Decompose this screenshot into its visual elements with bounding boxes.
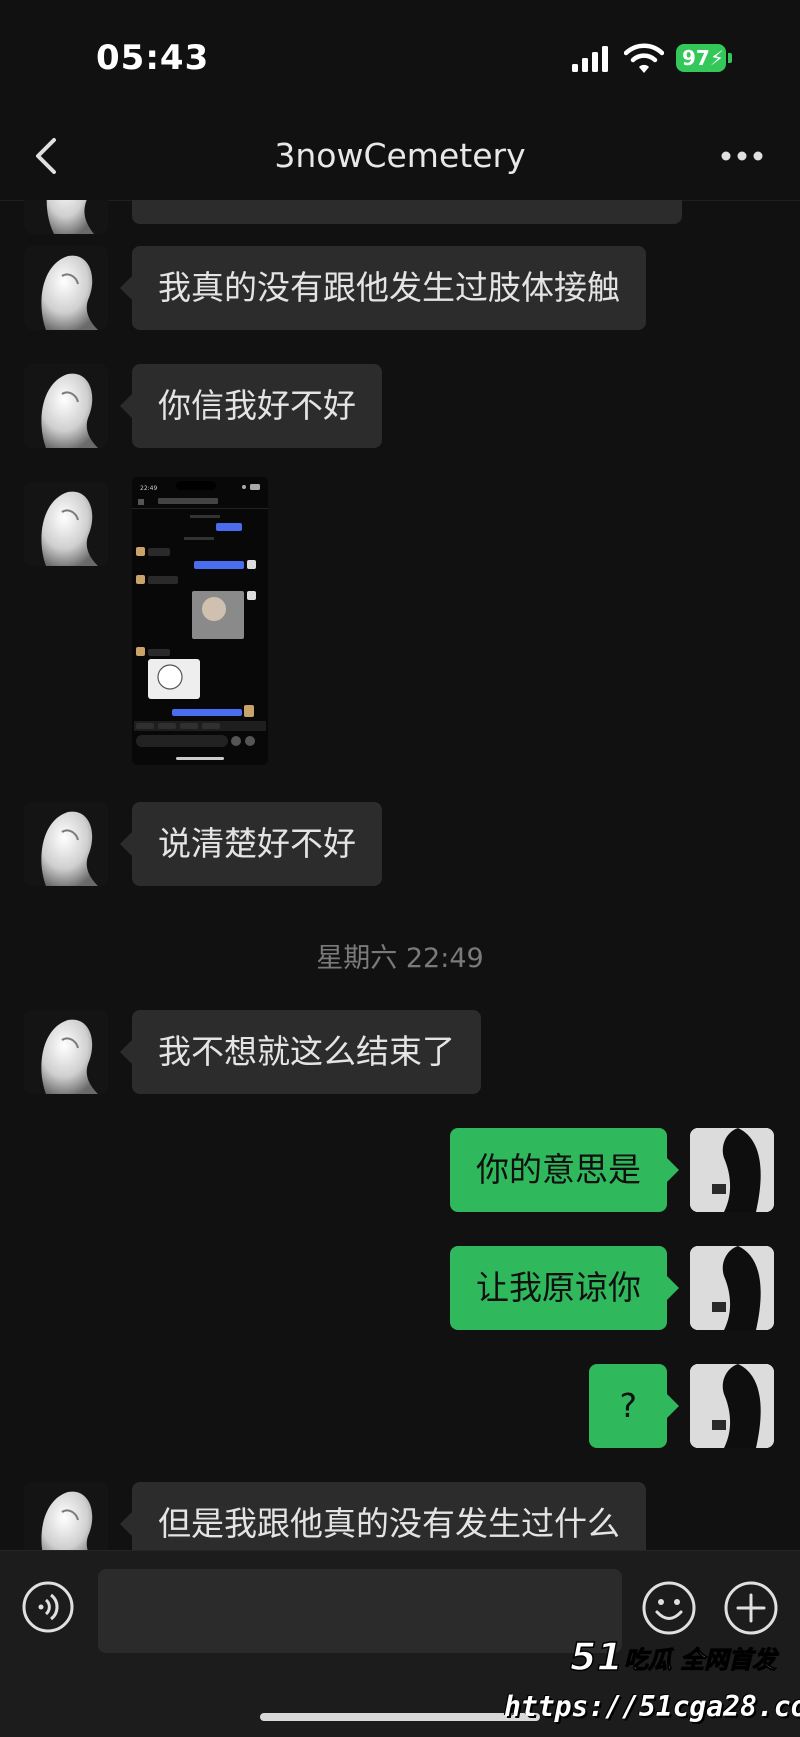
contact-avatar[interactable] bbox=[24, 1010, 108, 1094]
contact-avatar[interactable] bbox=[24, 482, 108, 566]
received-message-bubble[interactable]: 说清楚好不好 bbox=[120, 802, 382, 886]
emoji-icon[interactable] bbox=[642, 1581, 696, 1635]
contact-avatar[interactable] bbox=[24, 200, 108, 234]
chat-title: 3nowCemetery bbox=[274, 136, 526, 175]
battery-indicator: 97⚡ bbox=[676, 44, 726, 72]
message-input[interactable] bbox=[98, 1569, 622, 1653]
message-bubble-partial[interactable] bbox=[132, 200, 682, 224]
wifi-icon bbox=[624, 43, 664, 73]
add-attachment-icon[interactable] bbox=[724, 1581, 778, 1635]
contact-avatar[interactable] bbox=[24, 802, 108, 886]
my-avatar[interactable] bbox=[690, 1128, 774, 1212]
status-bar: 05:43 97⚡ bbox=[0, 0, 800, 110]
received-message-bubble[interactable]: 我真的没有跟他发生过肢体接触 bbox=[120, 246, 646, 330]
received-message-bubble[interactable]: 我不想就这么结束了 bbox=[120, 1010, 481, 1094]
contact-avatar[interactable] bbox=[24, 364, 108, 448]
contact-avatar[interactable] bbox=[24, 1482, 108, 1550]
message-timestamp: 星期六 22:49 bbox=[316, 943, 484, 974]
battery-level: 97 bbox=[682, 46, 710, 70]
message-list[interactable]: 我真的没有跟他发生过肢体接触 你信我好不好 22:49 说清楚好不好 星期六 2… bbox=[0, 200, 800, 1550]
svg-text:吃瓜 全网首发: 吃瓜 全网首发 bbox=[624, 1646, 779, 1674]
svg-text:51: 51 bbox=[570, 1635, 623, 1679]
contact-avatar[interactable] bbox=[24, 246, 108, 330]
home-indicator bbox=[260, 1713, 540, 1721]
voice-input-icon[interactable] bbox=[22, 1581, 74, 1633]
image-message-screenshot[interactable]: 22:49 bbox=[132, 477, 268, 765]
watermark-url: https://51cga28.com bbox=[504, 1690, 800, 1723]
status-time: 05:43 bbox=[96, 38, 210, 78]
more-options-icon[interactable] bbox=[720, 138, 764, 174]
received-message-bubble[interactable]: 但是我跟他真的没有发生过什么 bbox=[120, 1482, 646, 1550]
sent-message-bubble[interactable]: 你的意思是 bbox=[450, 1128, 679, 1212]
screenshot-time: 22:49 bbox=[140, 485, 157, 492]
sent-message-bubble[interactable]: 让我原谅你 bbox=[450, 1246, 679, 1330]
my-avatar[interactable] bbox=[690, 1246, 774, 1330]
sent-message-bubble[interactable]: ? bbox=[589, 1364, 679, 1448]
watermark-logo: 51 吃瓜 全网首发 bbox=[569, 1634, 780, 1680]
received-message-bubble[interactable]: 你信我好不好 bbox=[120, 364, 382, 448]
cellular-signal-icon bbox=[572, 46, 608, 72]
charging-bolt-icon: ⚡ bbox=[709, 46, 724, 70]
chat-header: 3nowCemetery bbox=[0, 110, 800, 201]
battery-cap bbox=[728, 53, 732, 63]
my-avatar[interactable] bbox=[690, 1364, 774, 1448]
